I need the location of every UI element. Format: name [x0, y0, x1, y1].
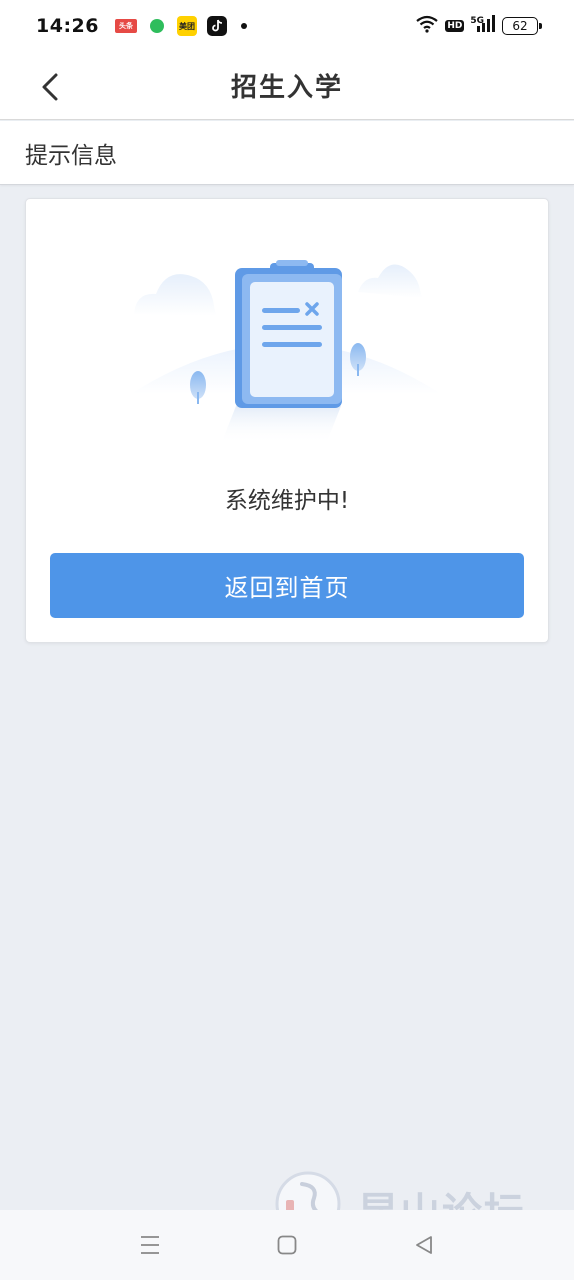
back-button[interactable]	[36, 72, 64, 102]
menu-button[interactable]	[137, 1232, 163, 1258]
hd-badge: HD	[445, 20, 465, 32]
status-bar: 14:26 头条 美团 HD 5G 62	[0, 0, 574, 52]
home-button[interactable]	[274, 1232, 300, 1258]
menu-icon	[141, 1236, 159, 1254]
section-title: 提示信息	[25, 142, 117, 169]
chevron-left-icon	[42, 73, 58, 101]
clipboard-error-icon	[131, 260, 441, 444]
system-nav-bar	[0, 1210, 574, 1280]
section-header: 提示信息	[0, 121, 574, 185]
toutiao-icon: 头条	[114, 19, 137, 33]
wechat-icon	[146, 16, 167, 36]
home-square-icon	[277, 1235, 297, 1255]
back-nav-button[interactable]	[411, 1232, 437, 1258]
douyin-icon	[206, 16, 227, 36]
wifi-icon	[415, 15, 439, 37]
notification-dot-icon	[240, 23, 247, 29]
status-system-icons: HD 5G 62	[415, 15, 542, 37]
page-title: 招生入学	[230, 73, 343, 103]
return-home-button[interactable]: 返回到首页	[50, 553, 524, 618]
network-type: 5G	[470, 16, 484, 26]
battery-icon: 62	[502, 17, 542, 35]
maintenance-card: 系统维护中! 返回到首页	[25, 198, 549, 643]
app-header: 招生入学	[0, 52, 574, 120]
maintenance-message: 系统维护中!	[224, 488, 350, 514]
back-triangle-icon	[416, 1236, 432, 1254]
meituan-icon: 美团	[176, 16, 197, 36]
status-time: 14:26	[36, 15, 99, 37]
status-notification-icons: 头条 美团	[114, 16, 247, 36]
